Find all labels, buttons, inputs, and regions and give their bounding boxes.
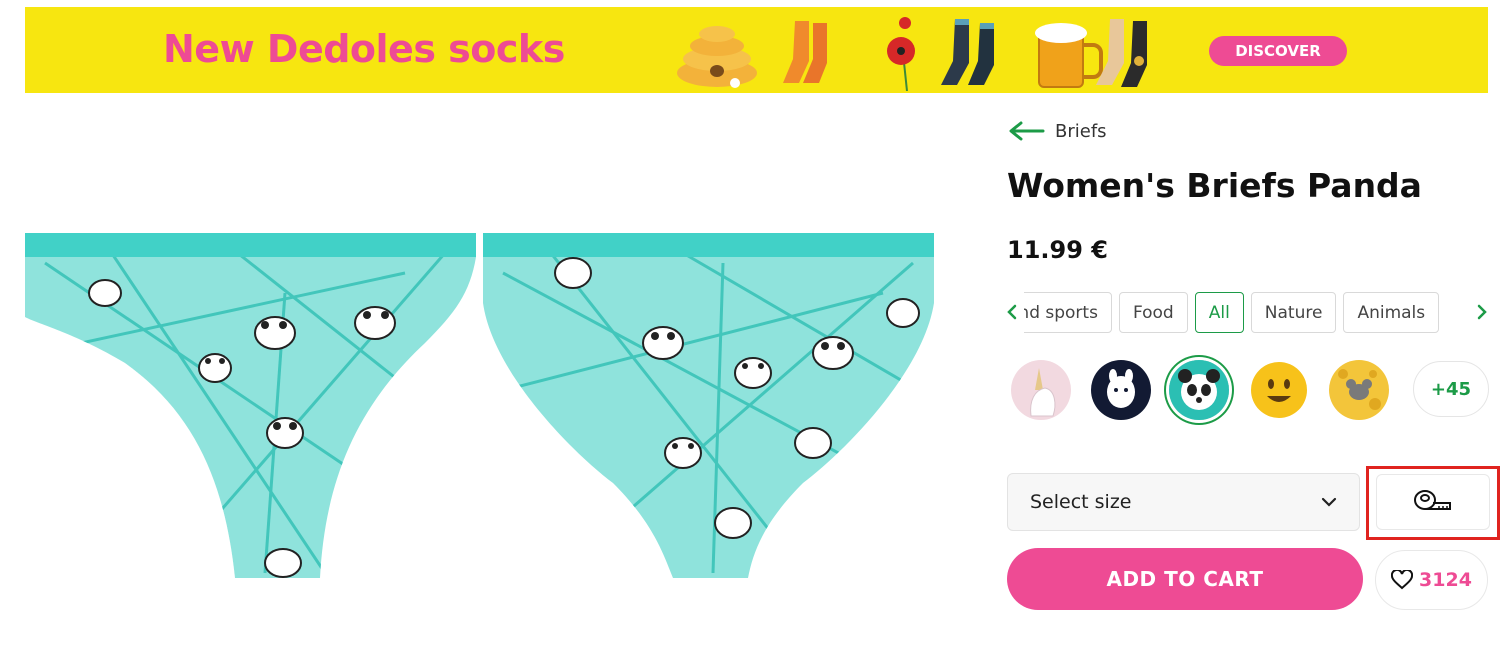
- promo-banner[interactable]: New Dedoles socks DISCOVER: [25, 7, 1488, 93]
- design-smiley[interactable]: [1249, 360, 1309, 420]
- design-unicorn[interactable]: [1011, 360, 1071, 420]
- product-page: New Dedoles socks DISCOVER Briefs Women'…: [0, 0, 1511, 653]
- product-image-front[interactable]: [25, 233, 476, 583]
- category-next-button[interactable]: [1472, 300, 1492, 324]
- product-title: Women's Briefs Panda: [1007, 166, 1422, 205]
- banner-headline: New Dedoles socks: [163, 27, 565, 71]
- favorite-count: 3124: [1419, 569, 1472, 591]
- category-chip-animals[interactable]: Animals: [1343, 292, 1440, 333]
- size-guide-button[interactable]: [1376, 474, 1490, 530]
- design-panda[interactable]: [1169, 360, 1229, 420]
- banner-socks-illustration: [677, 17, 1147, 91]
- category-chip-nature[interactable]: Nature: [1250, 292, 1337, 333]
- category-chip-all[interactable]: All: [1194, 292, 1244, 333]
- size-select[interactable]: Select size: [1007, 473, 1360, 531]
- category-prev-button[interactable]: [1002, 300, 1022, 324]
- chevron-left-icon: [1007, 304, 1017, 320]
- add-to-cart-button[interactable]: ADD TO CART: [1007, 548, 1363, 610]
- size-select-label: Select size: [1030, 491, 1132, 513]
- category-chip-food[interactable]: Food: [1118, 292, 1188, 333]
- design-llama[interactable]: [1091, 360, 1151, 420]
- breadcrumb-label: Briefs: [1055, 120, 1107, 142]
- category-scroll-area: and sports Food All Nature Animals: [1024, 292, 1470, 333]
- product-image-back[interactable]: [483, 233, 934, 583]
- heart-icon: [1391, 570, 1414, 590]
- favorite-button[interactable]: 3124: [1375, 550, 1488, 610]
- breadcrumb[interactable]: Briefs: [1007, 120, 1107, 142]
- chevron-down-icon: [1321, 497, 1337, 507]
- tape-measure-icon: [1414, 490, 1451, 510]
- design-cheese-mouse[interactable]: [1329, 360, 1389, 420]
- discover-button[interactable]: DISCOVER: [1209, 36, 1347, 66]
- more-designs-button[interactable]: +45: [1413, 361, 1489, 417]
- product-price: 11.99 €: [1007, 236, 1108, 264]
- category-filter: and sports Food All Nature Animals: [1002, 292, 1497, 333]
- arrow-left-icon: [1009, 121, 1045, 141]
- category-chip-sports[interactable]: and sports: [1024, 292, 1112, 333]
- chevron-right-icon: [1477, 304, 1487, 320]
